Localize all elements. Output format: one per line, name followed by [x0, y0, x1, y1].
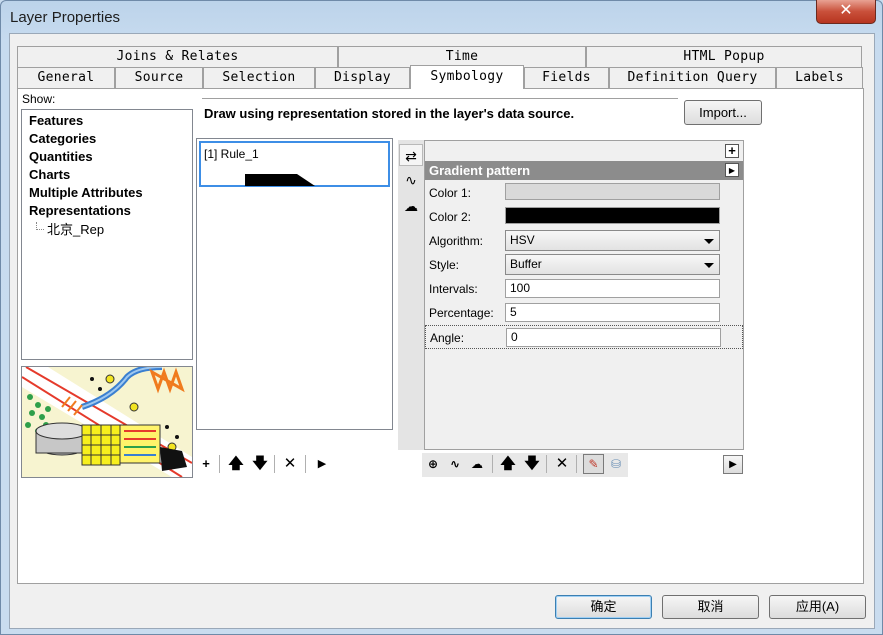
show-list: Features Categories Quantities Charts Mu…: [21, 109, 193, 360]
rule-label: [1] Rule_1: [204, 147, 259, 161]
next-arrow-icon[interactable]: ▶: [313, 455, 331, 473]
apply-button[interactable]: 应用(A): [769, 595, 866, 619]
tab-symbology[interactable]: Symbology: [410, 65, 524, 89]
chevron-down-icon: [704, 263, 714, 268]
property-panel: + Gradient pattern ▶ Color 1: Color 2: A…: [424, 140, 744, 450]
show-label: Show:: [22, 92, 56, 106]
style-label: Style:: [429, 258, 460, 272]
tab-joins-relates[interactable]: Joins & Relates: [17, 46, 338, 67]
color2-label: Color 2:: [429, 210, 472, 224]
tree-connector: [36, 222, 44, 230]
angle-input[interactable]: 0: [506, 328, 721, 347]
fill-layer-icon[interactable]: ☁: [399, 195, 423, 217]
symbol-layer-strip: ⇄ ∿ ☁: [398, 140, 424, 450]
stroke-layer-icon[interactable]: ∿: [399, 169, 423, 191]
database-icon[interactable]: ⛁: [607, 455, 625, 473]
representation-description: Draw using representation stored in the …: [202, 98, 678, 128]
cancel-button[interactable]: 取消: [662, 595, 759, 619]
tab-general[interactable]: General: [17, 67, 115, 88]
import-button[interactable]: Import...: [684, 100, 762, 125]
delete-layer-icon[interactable]: ✕: [553, 455, 571, 473]
color1-swatch[interactable]: [505, 183, 720, 200]
percentage-row: Percentage: 5: [425, 301, 743, 325]
toolbar-separator: [492, 455, 493, 473]
toolbar-separator: [305, 455, 306, 473]
move-up-icon[interactable]: 🡅: [227, 455, 245, 473]
intervals-row: Intervals: 100: [425, 277, 743, 301]
description-text: Draw using representation stored in the …: [204, 106, 575, 121]
tab-source[interactable]: Source: [115, 67, 203, 88]
algorithm-label: Algorithm:: [429, 234, 484, 248]
tab-selection[interactable]: Selection: [203, 67, 315, 88]
show-item-beijing-rep[interactable]: 北京_Rep: [47, 219, 104, 238]
window-title: Layer Properties: [10, 9, 121, 26]
gradient-pattern-header: Gradient pattern ▶: [425, 161, 743, 180]
angle-row: Angle: 0: [425, 325, 743, 349]
gradient-pattern-title: Gradient pattern: [429, 163, 531, 178]
tab-definition-query[interactable]: Definition Query: [609, 67, 776, 88]
add-layer-button[interactable]: +: [725, 144, 739, 158]
add-fill-layer-icon[interactable]: ☁: [468, 455, 486, 473]
tab-time[interactable]: Time: [338, 46, 586, 67]
intervals-label: Intervals:: [429, 282, 478, 296]
color2-swatch[interactable]: [505, 207, 720, 224]
rules-list: [1] Rule_1: [196, 138, 393, 430]
toolbar-separator: [219, 455, 220, 473]
ok-button[interactable]: 确定: [555, 595, 652, 619]
color2-row: Color 2:: [425, 205, 743, 229]
tab-display[interactable]: Display: [315, 67, 410, 88]
geometric-effect-icon[interactable]: ⇄: [399, 144, 423, 166]
tab-fields[interactable]: Fields: [524, 67, 609, 88]
delete-rule-icon[interactable]: ✕: [281, 455, 299, 473]
layer-move-up-icon[interactable]: 🡅: [499, 455, 517, 473]
paint-brush-icon[interactable]: ✎: [583, 454, 604, 474]
show-item-features[interactable]: Features: [29, 113, 83, 128]
close-button[interactable]: ✕: [816, 0, 876, 24]
show-item-quantities[interactable]: Quantities: [29, 149, 93, 164]
layer-more-button[interactable]: ▶: [723, 455, 743, 474]
style-value: Buffer: [510, 257, 542, 271]
toolbar-separator: [546, 455, 547, 473]
add-rule-icon[interactable]: +: [197, 455, 215, 473]
map-illustration: [22, 367, 192, 477]
tab-html-popup[interactable]: HTML Popup: [586, 46, 862, 67]
rule-item[interactable]: [1] Rule_1: [199, 141, 390, 187]
layer-move-down-icon[interactable]: 🡇: [523, 455, 541, 473]
style-row: Style: Buffer: [425, 253, 743, 277]
symbology-preview-image: [21, 366, 193, 478]
rule-symbol-preview: [245, 174, 315, 186]
style-dropdown[interactable]: Buffer: [505, 254, 720, 275]
percentage-input[interactable]: 5: [505, 303, 720, 322]
algorithm-row: Algorithm: HSV: [425, 229, 743, 253]
color1-label: Color 1:: [429, 186, 472, 200]
show-item-charts[interactable]: Charts: [29, 167, 70, 182]
show-item-representations[interactable]: Representations: [29, 203, 131, 218]
add-marker-layer-icon[interactable]: ⊕: [424, 455, 442, 473]
header-menu-button[interactable]: ▶: [725, 163, 739, 177]
tab-labels[interactable]: Labels: [776, 67, 863, 88]
toolbar-separator: [576, 455, 577, 473]
intervals-input[interactable]: 100: [505, 279, 720, 298]
angle-label: Angle:: [430, 331, 465, 345]
percentage-label: Percentage:: [429, 306, 494, 320]
chevron-down-icon: [704, 239, 714, 244]
move-down-icon[interactable]: 🡇: [251, 455, 269, 473]
color1-row: Color 1:: [425, 181, 743, 205]
algorithm-value: HSV: [510, 233, 535, 247]
toolbar-separator: [274, 455, 275, 473]
show-item-multiple-attributes[interactable]: Multiple Attributes: [29, 185, 143, 200]
show-item-categories[interactable]: Categories: [29, 131, 96, 146]
algorithm-dropdown[interactable]: HSV: [505, 230, 720, 251]
add-stroke-layer-icon[interactable]: ∿: [446, 455, 464, 473]
